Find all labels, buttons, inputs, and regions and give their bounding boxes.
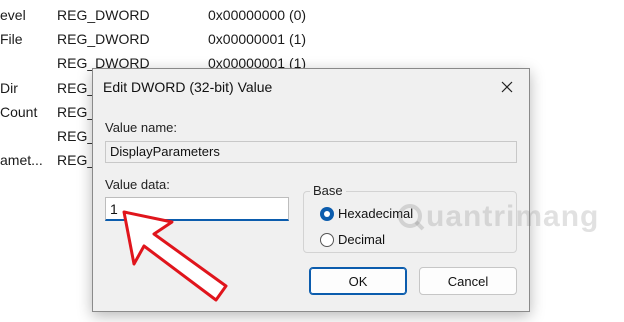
radio-unselected-icon xyxy=(320,232,334,247)
decimal-radio[interactable]: Decimal xyxy=(320,232,385,247)
registry-value-data: 0x00000000 (0) xyxy=(208,7,307,23)
dialog-titlebar[interactable]: Edit DWORD (32-bit) Value xyxy=(93,69,529,107)
registry-value-data: 0x00000001 (1) xyxy=(208,31,307,47)
dialog-title: Edit DWORD (32-bit) Value xyxy=(103,79,273,95)
value-data-label: Value data: xyxy=(105,177,170,192)
cancel-button[interactable]: Cancel xyxy=(419,267,517,295)
registry-row[interactable]: File REG_DWORD 0x00000001 (1) xyxy=(0,31,624,53)
close-button[interactable] xyxy=(485,69,529,105)
registry-value-name: evel xyxy=(0,7,26,23)
decimal-label: Decimal xyxy=(338,232,385,247)
registry-value-type: REG_DWORD xyxy=(57,31,150,47)
registry-value-type: REG_ xyxy=(57,152,96,168)
value-name-field: DisplayParameters xyxy=(105,141,517,163)
registry-value-name: amet... xyxy=(0,152,43,168)
registry-value-name: File xyxy=(0,31,23,47)
base-label: Base xyxy=(310,183,346,198)
registry-value-type: REG_DWORD xyxy=(57,7,150,23)
watermark-text: uantrimang xyxy=(426,200,600,233)
watermark-logo: uantrimang xyxy=(396,200,599,234)
registry-value-name: Dir xyxy=(0,80,18,96)
registry-value-type: REG_ xyxy=(57,80,96,96)
value-name-label: Value name: xyxy=(105,120,178,135)
radio-selected-icon xyxy=(320,206,334,221)
value-data-input[interactable] xyxy=(105,197,289,221)
registry-value-type: REG_ xyxy=(57,104,96,120)
registry-row[interactable]: evel REG_DWORD 0x00000000 (0) xyxy=(0,7,624,29)
registry-value-name: Count xyxy=(0,104,38,120)
close-icon xyxy=(501,81,513,93)
edit-dword-dialog: Edit DWORD (32-bit) Value Value name: Di… xyxy=(92,68,530,312)
watermark-q-icon xyxy=(398,204,425,231)
ok-button[interactable]: OK xyxy=(309,267,407,295)
registry-value-type: REG_ xyxy=(57,128,96,144)
